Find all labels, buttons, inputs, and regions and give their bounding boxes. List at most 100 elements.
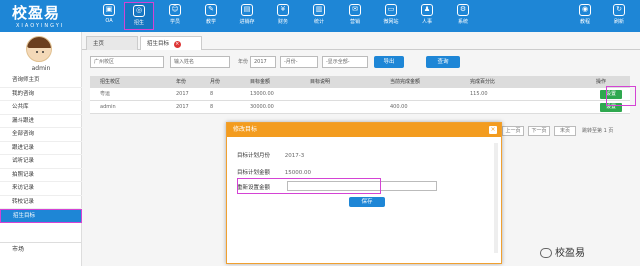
- modal-close-button[interactable]: ×: [489, 126, 497, 134]
- nav-label: 刷新: [613, 19, 624, 25]
- tab-home[interactable]: 主页: [86, 36, 138, 50]
- nav-label: 人事: [421, 19, 432, 25]
- display-select[interactable]: -显示全部-: [322, 56, 368, 68]
- export-button[interactable]: 导出: [374, 56, 404, 68]
- search-input[interactable]: 输入姓名: [170, 56, 230, 68]
- prev-page-button[interactable]: 上一页: [502, 126, 524, 136]
- sidebar-item[interactable]: 转校记录: [0, 196, 82, 209]
- sidebar-item[interactable]: 跟进记录: [0, 142, 82, 155]
- wechat-icon: [540, 248, 552, 258]
- nav-item-7[interactable]: ✉ 营销: [340, 2, 370, 30]
- sidebar-item[interactable]: 咨询师主页: [0, 74, 82, 88]
- sidebar: admin 咨询师主页 我的咨询 公共库 漏斗跟进 全部咨询 跟进记录 试听记录 拍照记录 来访…: [0, 32, 82, 266]
- target-icon: ◎: [133, 5, 145, 17]
- finance-icon: ¥: [277, 4, 289, 16]
- logo-title: 校盈易: [12, 4, 61, 22]
- marketing-icon: ✉: [349, 4, 361, 16]
- table-cell: 8: [210, 104, 214, 110]
- table-cell: 2017: [176, 104, 189, 110]
- microsite-icon: ▭: [385, 4, 397, 16]
- stock-icon: ▤: [241, 4, 253, 16]
- market-label: 市场: [12, 246, 25, 253]
- sidebar-item[interactable]: 招生目标: [0, 209, 82, 223]
- column-header: 目标说明: [310, 79, 331, 85]
- plan-amount-label: 目标计划金额: [237, 170, 271, 176]
- nav-item-4[interactable]: ▤ 进销存: [232, 2, 262, 30]
- nav-item-9[interactable]: ♟ 人事: [412, 2, 442, 30]
- tab-enrollment-target[interactable]: 招生目标 ×: [140, 36, 202, 50]
- table-cell: 粤运: [100, 91, 111, 97]
- campus-select[interactable]: 广州校区: [90, 56, 164, 68]
- nav-item-10[interactable]: ⚙ 系统: [448, 2, 478, 30]
- nav-label: 营销: [349, 19, 360, 25]
- nav-label: OA: [105, 18, 113, 24]
- nav-label: 学员: [169, 19, 180, 25]
- oa-icon: ▣: [103, 4, 115, 16]
- close-icon[interactable]: ×: [173, 41, 181, 48]
- column-header: 目标金额: [250, 79, 271, 85]
- table-cell: 13000.00: [250, 91, 274, 97]
- sidebar-item[interactable]: 公共库: [0, 101, 82, 115]
- nav-right-0[interactable]: ◉ 教程: [570, 2, 600, 30]
- table-cell: admin: [100, 104, 116, 110]
- sidebar-item[interactable]: 我的咨询: [0, 88, 82, 101]
- username: admin: [31, 65, 51, 72]
- modal-scrollbar[interactable]: [494, 143, 498, 253]
- sidebar-item[interactable]: 来访记录: [0, 182, 82, 196]
- nav-item-2[interactable]: ☺ 学员: [160, 2, 190, 30]
- edit-target-modal: 修改目标 × 目标计划月份 2017-3 目标计划金额 15000.00 重新设…: [226, 122, 502, 264]
- sidebar-item-market[interactable]: 市场: [0, 242, 82, 256]
- plan-month-row: 目标计划月份 2017-3: [237, 151, 304, 159]
- plan-amount-row: 目标计划金额 15000.00: [237, 168, 311, 176]
- sidebar-item[interactable]: 试听记录: [0, 155, 82, 169]
- highlight-frame: [237, 178, 381, 194]
- nav-item-8[interactable]: ▭ 微网站: [376, 2, 406, 30]
- last-page-button[interactable]: 末页: [554, 126, 576, 136]
- teach-icon: ✎: [205, 4, 217, 16]
- nav-right-1[interactable]: ↻ 刷新: [604, 2, 634, 30]
- sidebar-item[interactable]: 拍照记录: [0, 169, 82, 182]
- next-page-button[interactable]: 下一页: [528, 126, 550, 136]
- table-cell: 400.00: [390, 104, 408, 110]
- nav-label: 微网站: [383, 19, 399, 25]
- plan-amount-value: 15000.00: [284, 170, 311, 176]
- tab-bar: 主页 招生目标 ×: [82, 36, 640, 50]
- avatar[interactable]: [26, 36, 52, 62]
- year-select[interactable]: 2017: [250, 56, 276, 68]
- column-header: 完成百分比: [470, 79, 496, 85]
- watermark-text: 校盈易: [555, 248, 585, 259]
- column-header: 年份: [176, 79, 187, 85]
- target-table: 招生校区 年份 月份 目标金额 目标说明 当前完成金额 完成百分比 操作 粤运 2017 8 130…: [90, 76, 630, 114]
- save-button[interactable]: 保存: [349, 197, 385, 207]
- nav-label: 进销存: [239, 19, 255, 25]
- nav-item-3[interactable]: ✎ 教学: [196, 2, 226, 30]
- sidebar-item[interactable]: 全部咨询: [0, 128, 82, 142]
- nav-item-1[interactable]: ◎ 招生: [124, 2, 154, 30]
- table-row: 粤运 2017 8 13000.00 115.00 设置: [90, 88, 630, 101]
- table-header: 招生校区 年份 月份 目标金额 目标说明 当前完成金额 完成百分比 操作: [90, 76, 630, 88]
- table-cell: 30000.00: [250, 104, 274, 110]
- logo: 校盈易 XIAOYINGYI: [12, 2, 64, 29]
- table-cell: 115.00: [470, 91, 488, 97]
- nav-item-0[interactable]: ▣ OA: [94, 2, 124, 30]
- month-select[interactable]: -月份-: [280, 56, 318, 68]
- logo-subtitle: XIAOYINGYI: [16, 23, 65, 29]
- year-label: 年份: [238, 59, 249, 65]
- system-icon: ⚙: [457, 4, 469, 16]
- tab-home-label: 主页: [93, 41, 105, 47]
- page-jump[interactable]: 跳转至第 1 页: [582, 126, 613, 136]
- nav-label: 统计: [313, 19, 324, 25]
- sidebar-item[interactable]: 漏斗跟进: [0, 115, 82, 128]
- tutorial-icon: ◉: [579, 4, 591, 16]
- student-icon: ☺: [169, 4, 181, 16]
- hr-icon: ♟: [421, 4, 433, 16]
- nav-item-6[interactable]: ▥ 统计: [304, 2, 334, 30]
- plan-month-label: 目标计划月份: [237, 153, 271, 159]
- column-header: 月份: [210, 79, 221, 85]
- nav-item-5[interactable]: ¥ 财务: [268, 2, 298, 30]
- query-button[interactable]: 查询: [426, 56, 460, 68]
- table-row: admin 2017 8 30000.00 400.00 设置: [90, 101, 630, 114]
- table-cell: 8: [210, 91, 214, 97]
- top-navbar: 校盈易 XIAOYINGYI ▣ OA ◎ 招生 ☺ 学员 ✎ 教学 ▤ 进销存 ¥ 财务 ▥ 统计 ✉ 营销…: [0, 0, 640, 32]
- watermark: 校盈易: [540, 244, 585, 259]
